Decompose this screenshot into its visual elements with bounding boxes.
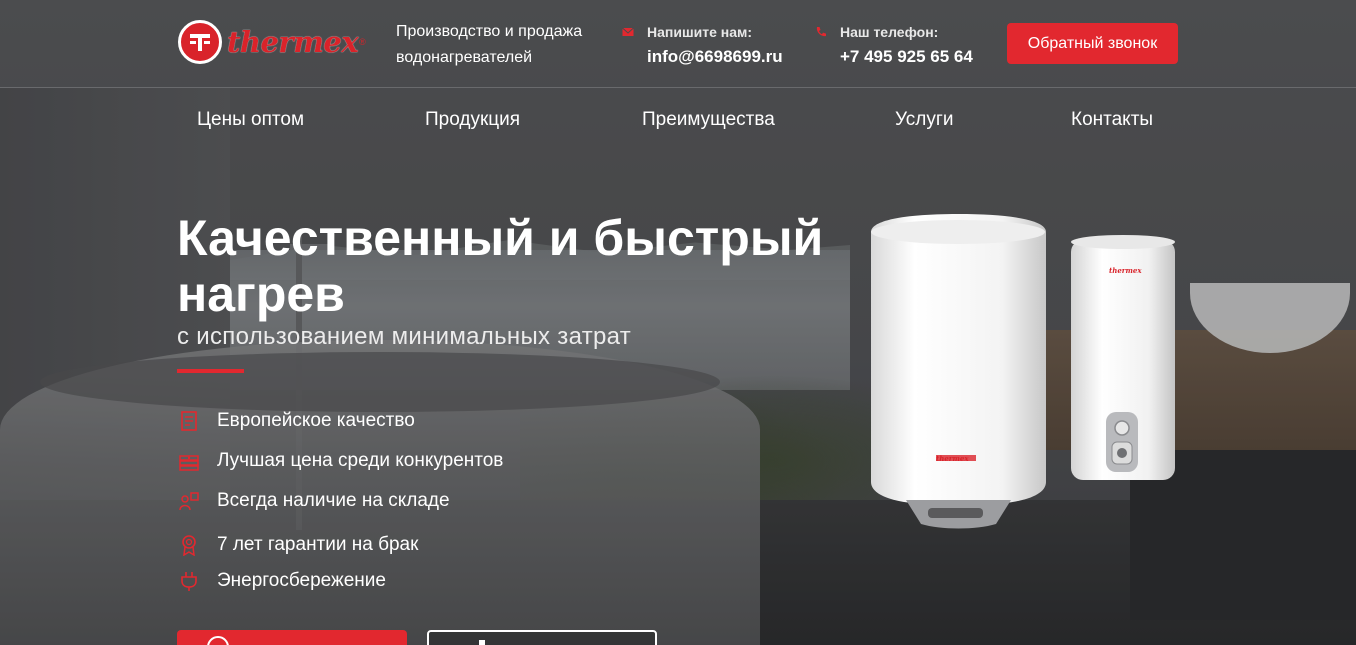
phone-icon	[816, 27, 826, 37]
product-brand-mark: thermex	[936, 454, 969, 463]
phone-label: Наш телефон:	[815, 24, 973, 40]
certificate-icon	[177, 409, 201, 433]
contact-phone: Наш телефон: +7 495 925 65 64	[815, 24, 973, 67]
warehouse-person-icon	[177, 489, 201, 513]
logo[interactable]: thermex ®	[178, 19, 373, 65]
main-nav: Цены оптом Продукция Преимущества Услуги…	[0, 89, 1356, 151]
feature-label: Энергосбережение	[217, 570, 386, 591]
site-header: thermex ® Производство и продажа водонаг…	[0, 0, 1356, 88]
logo-text: thermex	[227, 25, 359, 59]
logo-icon	[178, 20, 222, 64]
registered-mark-icon: ®	[359, 37, 366, 47]
award-ribbon-icon	[177, 533, 201, 557]
feature-label: Лучшая цена среди конкурентов	[217, 450, 504, 471]
cta-circle-icon	[207, 636, 229, 645]
callback-button[interactable]: Обратный звонок	[1007, 23, 1178, 64]
secondary-cta-button[interactable]	[427, 630, 657, 645]
email-label-text: Напишите нам:	[647, 24, 753, 40]
hero-divider	[177, 369, 244, 373]
hero-title: Качественный и быстрый нагрев	[177, 210, 824, 322]
cta-bar-icon	[479, 640, 485, 645]
feature-label: 7 лет гарантии на брак	[217, 534, 419, 555]
feature-item-warranty: 7 лет гарантии на брак	[177, 531, 418, 559]
phone-link[interactable]: +7 495 925 65 64	[840, 47, 973, 67]
feature-item-stock: Всегда наличие на складе	[177, 487, 450, 515]
feature-label: Европейское качество	[217, 410, 415, 431]
email-link[interactable]: info@6698699.ru	[647, 47, 783, 67]
nav-item-products[interactable]: Продукция	[425, 109, 520, 131]
water-heater-round-image	[871, 214, 1046, 529]
email-label: Напишите нам:	[622, 24, 783, 40]
hero-subtitle: с использованием минимальных затрат	[177, 323, 632, 350]
product-brand-mark: thermex	[1109, 266, 1142, 275]
nav-item-advantages[interactable]: Преимущества	[642, 109, 775, 131]
nav-item-wholesale-prices[interactable]: Цены оптом	[197, 109, 304, 131]
header-tagline: Производство и продажа водонагревателей	[396, 23, 583, 66]
nav-item-contacts[interactable]: Контакты	[1071, 109, 1153, 131]
feature-label: Всегда наличие на складе	[217, 490, 450, 511]
primary-cta-button[interactable]	[177, 630, 407, 645]
contact-email: Напишите нам: info@6698699.ru	[622, 24, 783, 67]
plug-icon	[177, 569, 201, 593]
phone-label-text: Наш телефон:	[840, 24, 939, 40]
money-stack-icon	[177, 449, 201, 473]
feature-item-energy: Энергосбережение	[177, 567, 386, 595]
nav-item-services[interactable]: Услуги	[895, 109, 953, 131]
mail-icon	[622, 27, 634, 36]
feature-item-quality: Европейское качество	[177, 407, 415, 435]
feature-item-price: Лучшая цена среди конкурентов	[177, 447, 503, 475]
